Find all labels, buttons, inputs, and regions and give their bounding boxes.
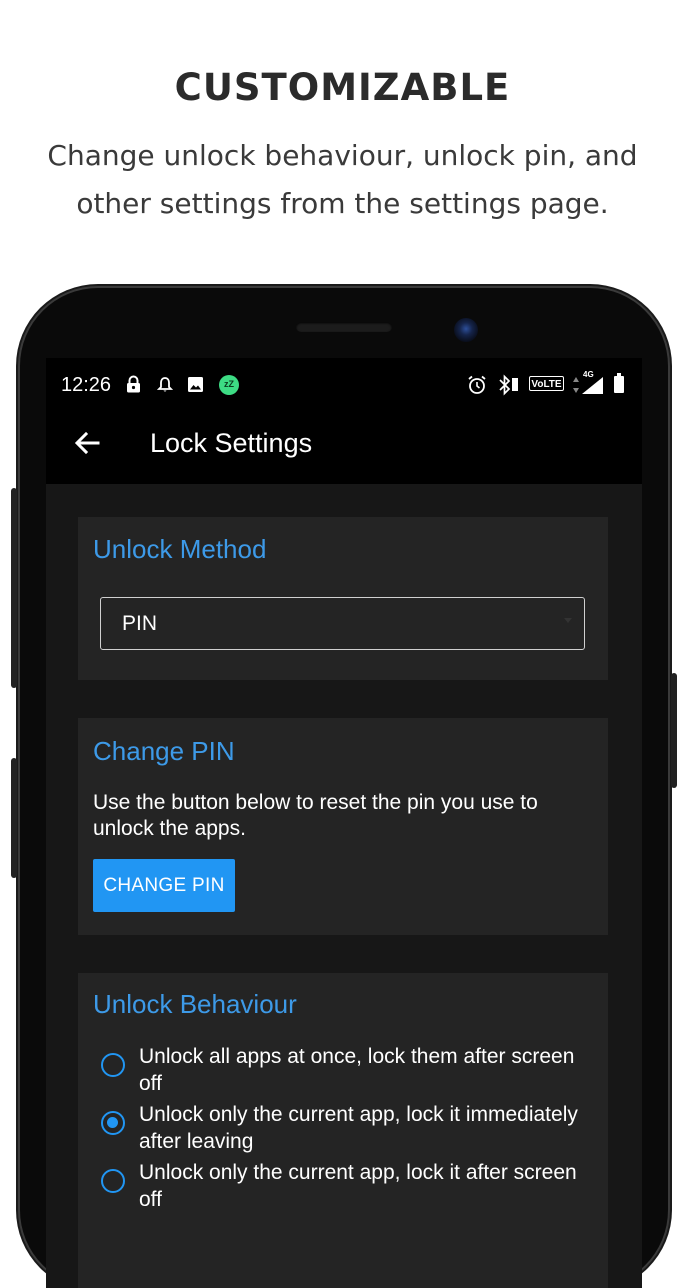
unlock-behaviour-option-label: Unlock only the current app, lock it aft… xyxy=(139,1161,577,1211)
signal-4g-icon xyxy=(582,377,603,394)
chevron-down-icon xyxy=(564,618,572,623)
unlock-method-card: Unlock Method PIN xyxy=(78,517,608,680)
settings-content: Unlock Method PIN Change PIN Use the but… xyxy=(46,484,642,1288)
bell-icon xyxy=(157,377,173,392)
radio-button-checked[interactable] xyxy=(101,1111,125,1135)
image-icon xyxy=(188,377,203,392)
unlock-method-title: Unlock Method xyxy=(93,534,267,564)
phone-side-button xyxy=(11,758,17,878)
sleep-badge-text: zZ xyxy=(224,379,234,389)
phone-side-button xyxy=(671,673,677,788)
app-bar-title: Lock Settings xyxy=(150,428,313,458)
unlock-behaviour-option-label: Unlock all apps at once, lock them after… xyxy=(139,1045,575,1095)
status-time: 12:26 xyxy=(61,374,112,396)
phone-frame: 12:26 zZ VoLTE 4G Lock Settings Unlock M… xyxy=(11,288,677,1288)
promo-title: CUSTOMIZABLE xyxy=(174,66,511,109)
unlock-behaviour-option[interactable]: Unlock only the current app, lock it imm… xyxy=(93,1101,578,1155)
change-pin-card: Change PIN Use the button below to reset… xyxy=(78,718,608,935)
earpiece-speaker xyxy=(296,322,392,332)
unlock-method-value: PIN xyxy=(122,612,158,635)
lock-icon xyxy=(127,375,140,393)
radio-button[interactable] xyxy=(101,1169,125,1193)
battery-icon xyxy=(614,373,624,393)
unlock-method-select[interactable]: PIN xyxy=(100,597,585,650)
change-pin-title: Change PIN xyxy=(93,736,235,766)
unlock-behaviour-option-label: Unlock only the current app, lock it imm… xyxy=(139,1103,578,1153)
app-bar: Lock Settings xyxy=(46,412,642,484)
promo-subtitle: Change unlock behaviour, unlock pin, and… xyxy=(47,139,638,220)
arrow-left-icon[interactable] xyxy=(72,428,102,458)
unlock-behaviour-option[interactable]: Unlock all apps at once, lock them after… xyxy=(93,1043,578,1097)
phone-side-button xyxy=(11,488,17,688)
status-bar: 12:26 zZ VoLTE 4G xyxy=(46,358,642,412)
phone-screen: 12:26 zZ VoLTE 4G Lock Settings Unlock M… xyxy=(46,358,642,1288)
volte-icon: VoLTE xyxy=(529,376,564,391)
data-arrows-icon xyxy=(573,377,579,393)
change-pin-description: Use the button below to reset the pin yo… xyxy=(93,791,538,840)
front-camera xyxy=(454,318,478,342)
unlock-behaviour-title: Unlock Behaviour xyxy=(93,989,297,1019)
bluetooth-vibrate-icon xyxy=(499,374,518,396)
unlock-behaviour-card: Unlock Behaviour Unlock all apps at once… xyxy=(78,973,608,1288)
change-pin-button[interactable]: CHANGE PIN xyxy=(93,859,235,912)
alarm-icon xyxy=(468,375,486,394)
unlock-behaviour-option[interactable]: Unlock only the current app, lock it aft… xyxy=(93,1159,578,1213)
radio-button[interactable] xyxy=(101,1053,125,1077)
